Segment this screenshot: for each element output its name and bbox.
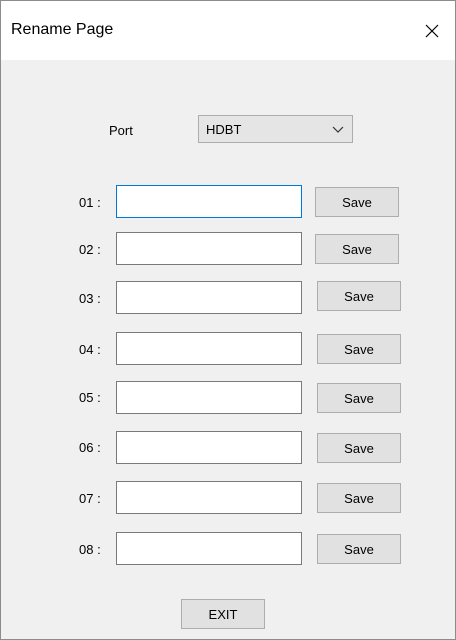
save-button-08[interactable]: Save: [317, 534, 401, 564]
row-label-02: 02 :: [79, 242, 101, 257]
port-selected-value: HDBT: [206, 122, 242, 137]
save-button-05[interactable]: Save: [317, 383, 401, 413]
save-button-01[interactable]: Save: [315, 187, 399, 217]
title-bar: Rename Page: [1, 1, 455, 60]
close-icon: [425, 24, 439, 37]
name-input-02[interactable]: [116, 232, 302, 265]
save-button-07[interactable]: Save: [317, 483, 401, 513]
rename-page-dialog: Rename Page Port HDBT 01 : Save 02 : Sav…: [0, 0, 456, 640]
row-label-01: 01 :: [79, 195, 101, 210]
name-input-06[interactable]: [116, 431, 302, 464]
name-input-04[interactable]: [116, 332, 302, 365]
chevron-down-icon: [332, 126, 344, 133]
name-input-05[interactable]: [116, 381, 302, 414]
row-label-03: 03 :: [79, 291, 101, 306]
save-button-03[interactable]: Save: [317, 281, 401, 311]
exit-button[interactable]: EXIT: [181, 599, 265, 629]
save-button-04[interactable]: Save: [317, 334, 401, 364]
row-label-06: 06 :: [79, 440, 101, 455]
row-label-04: 04 :: [79, 342, 101, 357]
close-button[interactable]: [409, 1, 455, 60]
name-input-07[interactable]: [116, 481, 302, 514]
name-input-08[interactable]: [116, 532, 302, 565]
row-label-08: 08 :: [79, 542, 101, 557]
name-input-03[interactable]: [116, 281, 302, 314]
window-title: Rename Page: [11, 21, 114, 38]
save-button-02[interactable]: Save: [315, 234, 399, 264]
row-label-05: 05 :: [79, 390, 101, 405]
port-label: Port: [109, 123, 133, 138]
name-input-01[interactable]: [116, 185, 302, 218]
port-select[interactable]: HDBT: [198, 115, 353, 143]
save-button-06[interactable]: Save: [317, 433, 401, 463]
row-label-07: 07 :: [79, 491, 101, 506]
